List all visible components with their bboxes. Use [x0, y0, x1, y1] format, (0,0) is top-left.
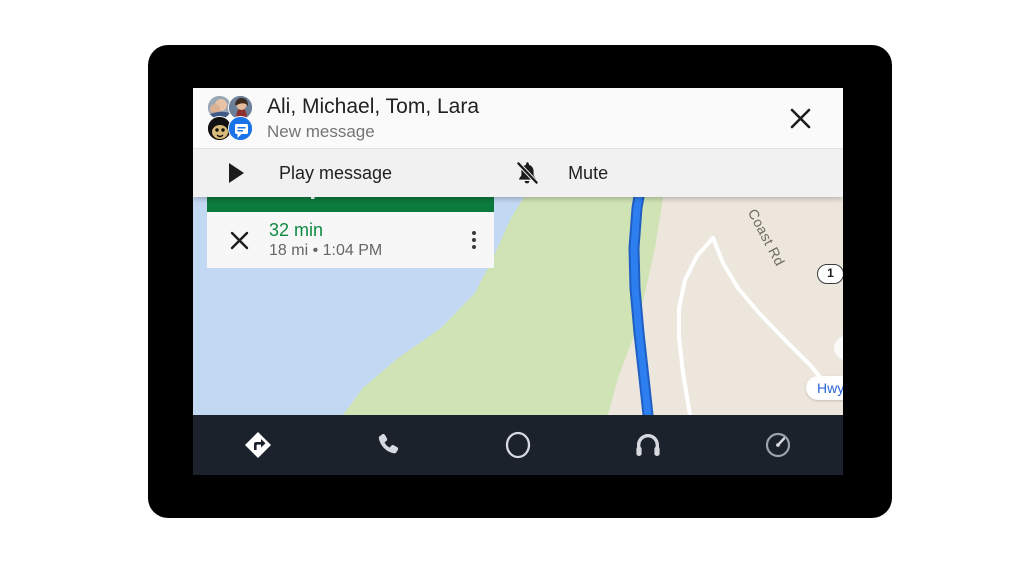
message-icon: [229, 117, 252, 140]
play-icon: [219, 162, 253, 184]
eta-duration: 32 min: [269, 219, 324, 240]
play-message-label: Play message: [279, 162, 393, 183]
notification-header: Ali, Michael, Tom, Lara New message: [193, 88, 843, 148]
eta-overflow-button[interactable]: [472, 231, 476, 249]
headphones-icon: [636, 434, 660, 456]
notification-text-group: Ali, Michael, Tom, Lara New message: [267, 93, 479, 142]
end-navigation-button[interactable]: [221, 231, 257, 250]
nav-item-car-info[interactable]: [713, 415, 843, 475]
message-notification[interactable]: Ali, Michael, Tom, Lara New message Play…: [193, 88, 843, 197]
gauge-icon: [765, 432, 791, 458]
close-icon: [230, 231, 248, 249]
avatar-cluster: [207, 95, 253, 141]
mute-label: Mute: [568, 162, 609, 183]
map-highway-shield: 1: [817, 264, 843, 284]
more-vertical-icon: [472, 231, 476, 235]
notification-subtitle: New message: [267, 121, 375, 141]
bell-off-icon: [510, 160, 544, 186]
current-road-label: Hwy 1 North: [806, 376, 843, 400]
close-icon: [790, 108, 810, 128]
eta-detail: 18 mi • 1:04 PM: [269, 242, 383, 260]
home-circle-icon: [505, 431, 531, 459]
mute-button[interactable]: Mute: [510, 149, 608, 197]
eta-text-group: 32 min 18 mi • 1:04 PM: [269, 219, 382, 262]
navigation-diamond-icon: [245, 432, 271, 458]
notification-actions: Play message Mute: [193, 149, 843, 197]
nav-item-maps[interactable]: [193, 415, 323, 475]
nav-item-home[interactable]: [453, 415, 583, 475]
phone-icon: [378, 433, 399, 454]
bottom-navigation-bar: [193, 415, 843, 475]
play-message-button[interactable]: Play message: [219, 149, 392, 197]
notification-title: Ali, Michael, Tom, Lara: [267, 95, 480, 119]
dismiss-notification-button[interactable]: [785, 103, 815, 133]
avatar-app-badge: [228, 116, 253, 141]
more-vertical-icon: [472, 238, 476, 242]
nav-item-media[interactable]: [583, 415, 713, 475]
nav-item-phone[interactable]: [323, 415, 453, 475]
eta-card[interactable]: 32 min 18 mi • 1:04 PM: [207, 212, 494, 268]
more-vertical-icon: [472, 245, 476, 249]
car-head-unit-screen: Coast Rd 1 Hwy 1 North Stay on 1 North 1…: [193, 88, 843, 475]
